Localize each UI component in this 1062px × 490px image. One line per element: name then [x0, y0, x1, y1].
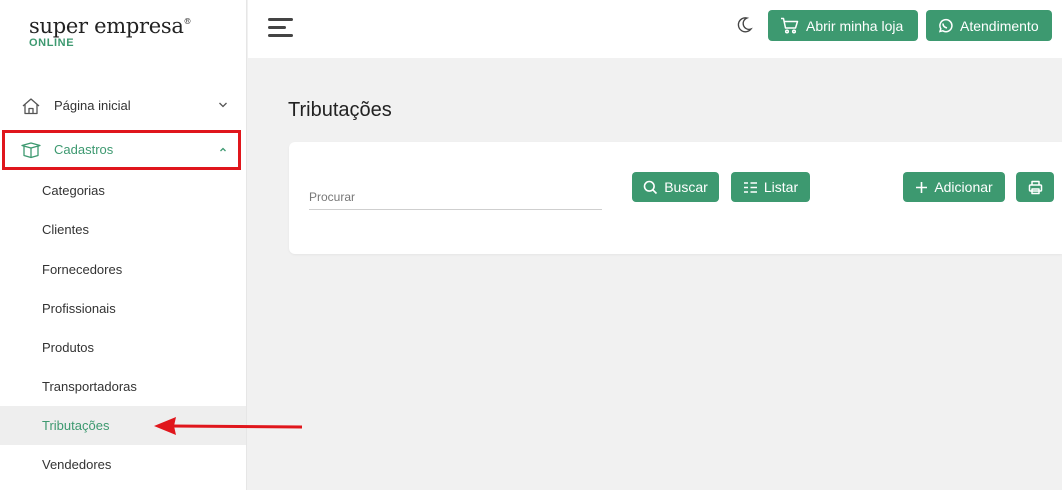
printer-icon — [1028, 180, 1042, 194]
list-button[interactable]: Listar — [731, 172, 810, 202]
open-store-button[interactable]: Abrir minha loja — [768, 10, 918, 41]
brand-logo[interactable]: super empresa® ONLINE — [29, 14, 192, 49]
support-button[interactable]: Atendimento — [926, 10, 1052, 41]
menu-toggle-icon[interactable] — [268, 18, 293, 38]
sidebar-item-pagina-inicial[interactable]: Página inicial — [0, 86, 246, 126]
search-card: Buscar Listar Adicionar — [289, 142, 1062, 254]
sidebar-subitem-produtos[interactable]: Produtos — [0, 328, 246, 367]
sidebar-subitem-categorias[interactable]: Categorias — [0, 171, 246, 210]
sidebar-subitem-vendedores[interactable]: Vendedores — [0, 445, 246, 484]
search-button[interactable]: Buscar — [632, 172, 719, 202]
search-icon — [643, 180, 658, 194]
brand-name: super empresa — [29, 14, 184, 38]
moon-icon[interactable] — [737, 16, 753, 34]
add-button[interactable]: Adicionar — [903, 172, 1005, 202]
sidebar-subitem-fornecedores[interactable]: Fornecedores — [0, 250, 246, 289]
search-input[interactable] — [309, 184, 602, 209]
cart-icon — [781, 17, 799, 34]
list-icon — [743, 181, 757, 193]
search-field[interactable] — [309, 184, 602, 210]
top-bar: Abrir minha loja Atendimento — [248, 0, 1062, 58]
sidebar-item-label: Página inicial — [54, 98, 131, 113]
brand-tagline: ONLINE — [29, 37, 75, 49]
sidebar-subitem-profissionais[interactable]: Profissionais — [0, 289, 246, 328]
sidebar-subitem-transportadoras[interactable]: Transportadoras — [0, 367, 246, 406]
chevron-down-icon — [219, 102, 227, 108]
annotation-arrow — [154, 417, 303, 435]
sidebar-subitem-clientes[interactable]: Clientes — [0, 210, 246, 249]
print-button[interactable] — [1016, 172, 1054, 202]
annotation-highlight-box — [2, 130, 241, 170]
home-icon — [22, 98, 40, 115]
brand-registered-mark: ® — [183, 17, 192, 26]
whatsapp-icon — [938, 18, 953, 33]
plus-icon — [916, 181, 928, 193]
page-title: Tributações — [288, 99, 392, 121]
